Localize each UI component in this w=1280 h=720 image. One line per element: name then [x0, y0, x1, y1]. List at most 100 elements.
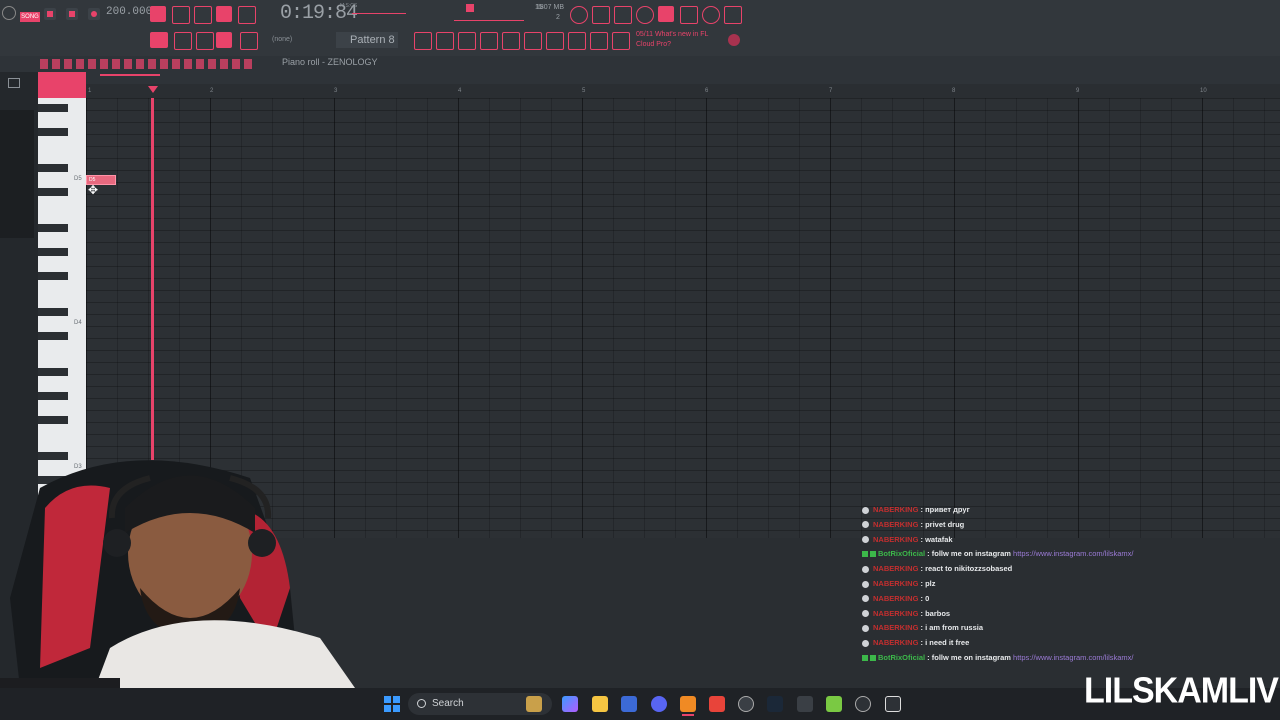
- ruler-number: 6: [705, 88, 709, 94]
- 4k-icon[interactable]: [855, 696, 871, 712]
- verified-icon: [862, 654, 868, 661]
- time-ruler[interactable]: [86, 84, 1280, 98]
- black-key[interactable]: [38, 332, 68, 340]
- loop-record-icon[interactable]: [238, 6, 256, 24]
- chat-message: NABERKING : react to nikitozzsobased: [862, 564, 1262, 579]
- mixer-icon[interactable]: [680, 6, 698, 24]
- song-mode-toggle[interactable]: SONG: [20, 12, 40, 22]
- pencil-icon[interactable]: [196, 32, 214, 50]
- paint-icon[interactable]: [216, 32, 232, 48]
- download-icon[interactable]: [724, 6, 742, 24]
- chat-text: follw me on instagram: [931, 549, 1011, 559]
- black-key[interactable]: [38, 272, 68, 280]
- black-key[interactable]: [38, 224, 68, 232]
- brave-icon[interactable]: [709, 696, 725, 712]
- master-volume-slider[interactable]: [352, 13, 406, 14]
- pattern-selector[interactable]: Pattern 8: [336, 32, 398, 48]
- chat-message: NABERKING : barbos: [862, 609, 1262, 624]
- black-key[interactable]: [38, 128, 68, 136]
- bot-icon: [870, 551, 876, 558]
- countdown-icon[interactable]: [194, 6, 212, 24]
- browser-icon[interactable]: [8, 78, 20, 88]
- active-app-indicator: [682, 714, 694, 716]
- cart-icon[interactable]: [612, 32, 630, 50]
- tools-icon[interactable]: [546, 32, 564, 50]
- black-key[interactable]: [38, 392, 68, 400]
- skull-icon: [862, 565, 869, 573]
- windows-start-icon[interactable]: [384, 696, 400, 712]
- arrow-icon[interactable]: [590, 32, 608, 50]
- piano-roll-corner[interactable]: [38, 72, 86, 98]
- black-key[interactable]: [38, 416, 68, 424]
- piano-roll-icon[interactable]: [436, 32, 454, 50]
- record-icon[interactable]: [88, 8, 100, 20]
- capture-icon[interactable]: [885, 696, 901, 712]
- steam-icon[interactable]: [767, 696, 783, 712]
- piano-roll-toolbar: [0, 56, 1280, 84]
- store-icon[interactable]: [621, 696, 637, 712]
- snap-icon[interactable]: [150, 32, 168, 48]
- black-key[interactable]: [38, 104, 68, 112]
- skull-icon: [862, 536, 869, 544]
- black-key[interactable]: [38, 188, 68, 196]
- skull-icon: [862, 610, 869, 618]
- stop-icon[interactable]: [66, 8, 78, 20]
- cut-icon[interactable]: [592, 6, 610, 24]
- playhead[interactable]: [151, 98, 154, 460]
- channel-rack-icon[interactable]: [458, 32, 476, 50]
- black-key[interactable]: [38, 368, 68, 376]
- browser-icon[interactable]: [502, 32, 520, 50]
- metronome-icon[interactable]: [150, 6, 166, 22]
- obs-icon[interactable]: [738, 696, 754, 712]
- fl-cloud-icon[interactable]: [728, 34, 740, 46]
- chat-link[interactable]: https://www.instagram.com/lilskamx/: [1013, 653, 1133, 662]
- skull-icon: [862, 639, 869, 647]
- stream-chat: NABERKING : привет друг NABERKING : priv…: [862, 505, 1262, 668]
- stamp-icon[interactable]: [240, 32, 258, 50]
- channel-selector[interactable]: (none): [272, 36, 292, 43]
- horizontal-zoom-bar[interactable]: [100, 74, 160, 76]
- wait-record-icon[interactable]: [172, 6, 190, 24]
- file-explorer-icon[interactable]: [592, 696, 608, 712]
- ruler-number: 2: [210, 88, 214, 94]
- mic-icon[interactable]: [614, 6, 632, 24]
- dj-icon[interactable]: [568, 32, 586, 50]
- playlist-icon[interactable]: [414, 32, 432, 50]
- arrow-right-icon[interactable]: [174, 32, 192, 50]
- chat-username: NABERKING: [873, 638, 919, 648]
- piano-roll-tools[interactable]: [40, 59, 256, 69]
- plugin-icon[interactable]: [524, 32, 542, 50]
- help-icon[interactable]: [636, 6, 654, 24]
- chat-username: BotRixOficial: [878, 549, 926, 559]
- undo-icon[interactable]: [570, 6, 588, 24]
- playhead-marker[interactable]: [148, 86, 158, 93]
- chat-username: NABERKING: [873, 519, 919, 529]
- discord-icon[interactable]: [651, 696, 667, 712]
- black-key[interactable]: [38, 164, 68, 172]
- chat-link[interactable]: https://www.instagram.com/lilskamx/: [1013, 549, 1133, 558]
- main-menu-icon[interactable]: [2, 6, 16, 20]
- news-hint-line1[interactable]: 05/11 What's new in FL: [636, 31, 708, 38]
- black-key[interactable]: [38, 308, 68, 316]
- ruler-number: 7: [829, 88, 833, 94]
- news-hint-line2[interactable]: Cloud Pro?: [636, 41, 671, 48]
- chat-text: barbos: [925, 608, 951, 618]
- chat-icon[interactable]: [702, 6, 720, 24]
- mixer-view-icon[interactable]: [480, 32, 498, 50]
- chat-username: NABERKING: [873, 564, 919, 574]
- step-edit-icon[interactable]: [216, 6, 232, 22]
- save-icon[interactable]: [658, 6, 674, 22]
- utility-icon[interactable]: [826, 696, 842, 712]
- black-key[interactable]: [38, 248, 68, 256]
- chat-message: BotRixOficial : follw me on instagram ht…: [862, 653, 1262, 668]
- play-icon[interactable]: [44, 8, 56, 20]
- stream-brand: LILSKAMLIVE: [1084, 671, 1280, 711]
- key-label: D4: [74, 320, 82, 326]
- app-icon[interactable]: [797, 696, 813, 712]
- fl-studio-icon[interactable]: [680, 696, 696, 712]
- tempo-display[interactable]: 200.000: [106, 6, 152, 22]
- ruler-number: 3: [334, 88, 338, 94]
- pitch-slider[interactable]: [454, 20, 524, 21]
- search-icon: [417, 699, 426, 708]
- copilot-icon[interactable]: [562, 696, 578, 712]
